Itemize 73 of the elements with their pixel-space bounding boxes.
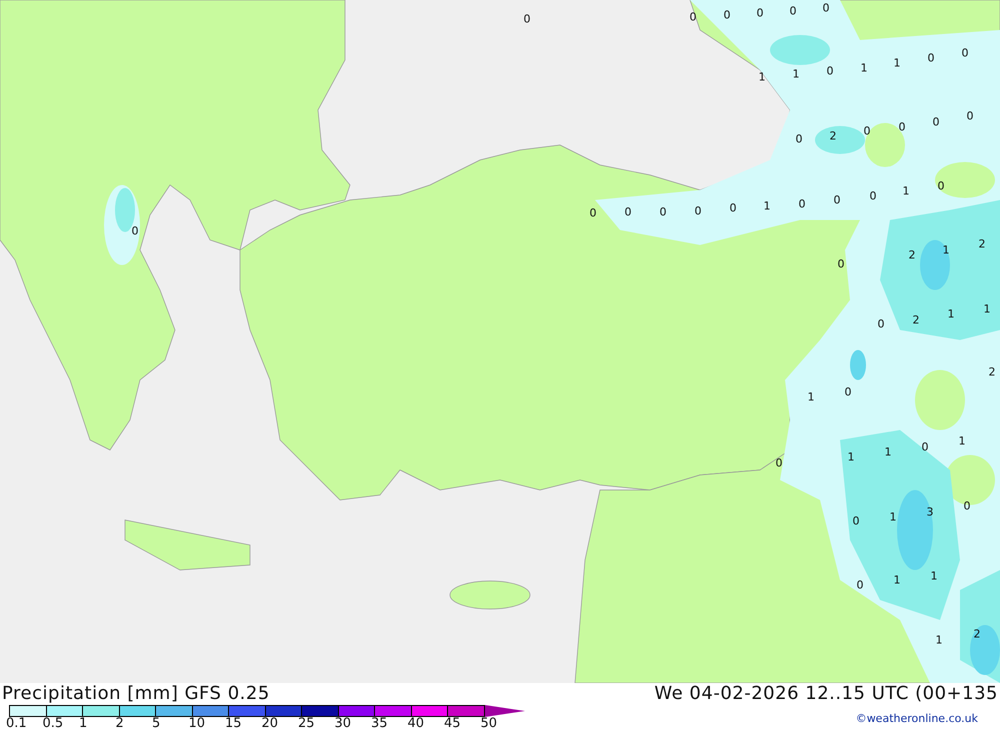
precip-value: 0	[938, 180, 944, 192]
precip-value: 3	[926, 506, 934, 518]
legend-label: 20	[262, 716, 280, 731]
precip-value: 0	[660, 206, 666, 218]
precip-value: 0	[928, 52, 934, 64]
forecast-time: We 04-02-2026 12..15 UTC (00+135	[654, 683, 998, 705]
precip-value: 1	[902, 186, 910, 196]
precip-value: 2	[908, 250, 916, 260]
legend-label: 0.5	[42, 716, 64, 731]
precip-value: 1	[958, 436, 966, 446]
precip-value: 2	[974, 628, 980, 640]
map-title: Precipitation [mm] GFS 0.25	[2, 683, 271, 705]
precip-value: 1	[792, 68, 800, 80]
precip-value: 1	[808, 392, 814, 402]
precip-value: 2	[988, 366, 996, 378]
legend-label: 40	[408, 716, 426, 731]
legend-label: 5	[152, 716, 162, 731]
precip-value: 0	[922, 442, 928, 452]
precip-value: 0	[524, 14, 530, 24]
precip-value: 1	[848, 452, 854, 462]
precip-value: 0	[132, 226, 138, 236]
precip-value: 0	[964, 500, 970, 512]
legend-label: 50	[480, 716, 498, 731]
precip-value: 0	[690, 12, 696, 22]
precip-value: 0	[856, 580, 864, 590]
precip-value: 0	[966, 110, 974, 122]
precip-value: 2	[830, 130, 836, 142]
legend-label: 2	[116, 716, 125, 731]
precip-value: 1	[884, 446, 892, 458]
precip-value: 0	[590, 208, 596, 218]
precip-value: 2	[978, 238, 986, 250]
legend-label: 1	[79, 716, 88, 731]
precip-value: 0	[826, 66, 834, 76]
precip-value: 0	[798, 198, 806, 210]
precip-value: 2	[912, 314, 920, 326]
precip-value: 0	[724, 10, 730, 20]
precip-value: 0	[834, 194, 840, 206]
precip-value: 0	[898, 122, 906, 132]
precip-value: 1	[948, 308, 954, 320]
legend-label: 0.1	[6, 716, 28, 731]
precip-value: 1	[894, 574, 900, 586]
precip-value: 0	[864, 126, 870, 136]
precip-value: 0	[624, 206, 632, 218]
precip-value: 0	[796, 134, 802, 144]
precip-value: 1	[942, 244, 950, 256]
precip-value: 0	[870, 190, 876, 202]
precip-value: 1	[758, 72, 766, 82]
precip-value: 0	[932, 116, 940, 128]
precip-value: 0	[852, 516, 860, 526]
precip-value: 0	[822, 2, 830, 14]
precip-value: 1	[894, 58, 900, 68]
legend-label: 25	[298, 716, 316, 731]
precip-value: 1	[930, 570, 938, 582]
precip-value: 0	[790, 6, 796, 16]
legend-label: 35	[371, 716, 389, 731]
precip-value: 1	[764, 200, 770, 212]
legend-label: 15	[225, 716, 243, 731]
precip-value: 1	[984, 304, 990, 314]
legend-label: 30	[334, 716, 352, 731]
legend-label: 45	[444, 716, 462, 731]
precip-value: 0	[730, 202, 736, 214]
precip-value: 0	[838, 258, 844, 270]
precip-value: 1	[936, 634, 942, 646]
precip-value: 1	[890, 512, 896, 522]
precip-value: 0	[878, 318, 884, 330]
precip-value: 0	[962, 48, 968, 58]
credit-text: ©weatheronline.co.uk	[856, 712, 978, 725]
precip-value: 0	[776, 458, 782, 468]
precip-value: 0	[844, 386, 852, 398]
precip-value: 0	[756, 8, 764, 18]
precip-value: 1	[860, 62, 868, 74]
legend-label: 10	[188, 716, 206, 731]
precip-value: 0	[694, 206, 702, 216]
